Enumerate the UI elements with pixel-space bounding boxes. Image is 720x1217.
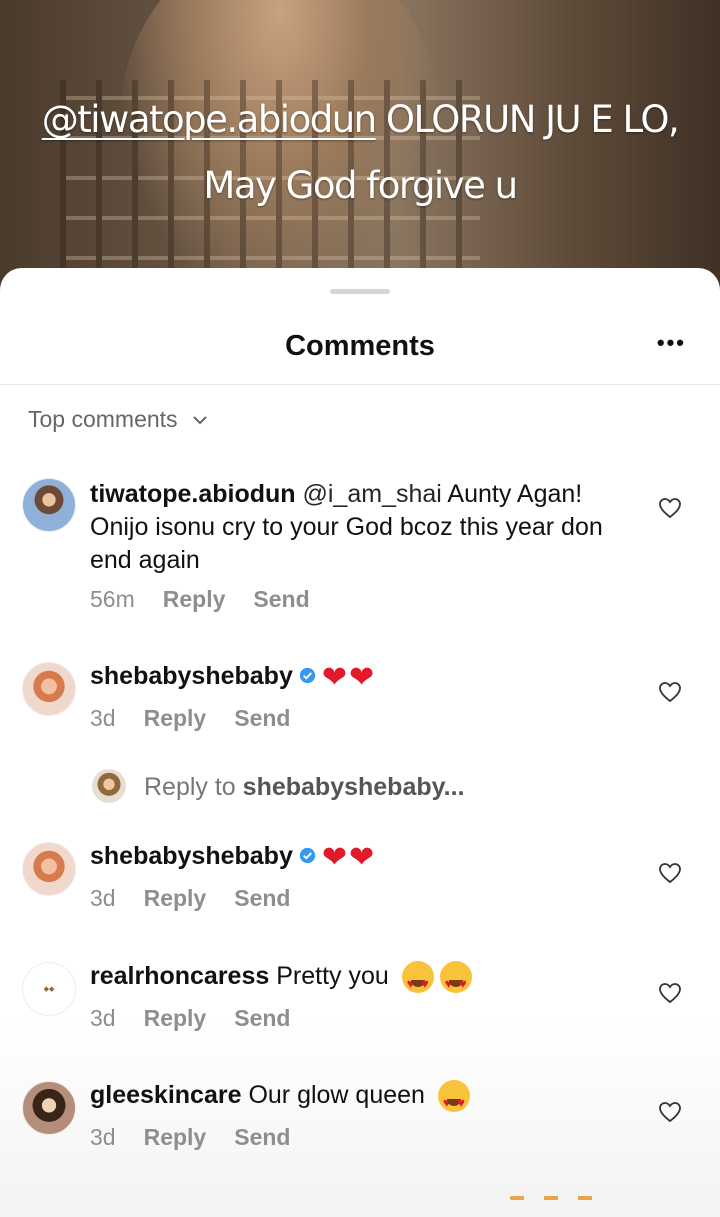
ellipsis-icon: ••• [656,330,686,355]
comment-username[interactable]: tiwatope.abiodun [90,480,296,508]
brand-logo: ◆◆ [43,985,55,993]
current-user-avatar [92,769,126,803]
reply-prompt-prefix: Reply to [144,773,243,801]
comment-time: 3d [90,1005,116,1031]
comment-time: 3d [90,885,116,911]
comment-username[interactable]: gleeskincare [90,1081,242,1109]
send-button[interactable]: Send [234,1124,290,1151]
sheet-title: Comments [285,330,435,362]
comments-sheet: Comments ••• Top comments tiwatope.abiod… [0,268,720,1217]
next-comment-peek [510,1196,610,1200]
comment-text: Our glow queen [248,1081,425,1109]
comment-meta: 3d Reply Send [90,705,290,732]
reply-button[interactable]: Reply [144,885,207,912]
heart-eyes-emoji-icon [401,961,434,1000]
comment-text: Pretty you [276,962,389,990]
heart-eyes-emoji-icon [437,1080,470,1119]
reply-button[interactable]: Reply [163,586,226,613]
story-caption-line2: May God forgive u [203,164,518,207]
story-caption-line1: @tiwatope.abiodun OLORUN JU E LO, [0,98,720,141]
comment-meta: 3d Reply Send [90,1124,290,1151]
story-caption-text: OLORUN JU E LO, [375,98,680,141]
comment-username[interactable]: realrhoncaress [90,962,269,990]
verified-badge-icon [299,668,316,684]
comment-body: gleeskincare Our glow queen [90,1079,624,1119]
comment-filter-label: Top comments [28,406,178,432]
reply-button[interactable]: Reply [144,705,207,732]
reply-prompt-target: shebabyshebaby... [242,773,465,801]
send-button[interactable]: Send [234,885,290,912]
comment-meta: 3d Reply Send [90,1005,290,1032]
send-button[interactable]: Send [234,705,290,732]
more-options-button[interactable]: ••• [657,332,686,354]
reply-button[interactable]: Reply [144,1005,207,1032]
comment-meta: 3d Reply Send [90,885,290,912]
comment-body: realrhoncaress Pretty you [90,960,624,1000]
story-caption-mention[interactable]: @tiwatope.abiodun [42,98,377,141]
header-divider [0,384,720,385]
heart-icon[interactable] [658,497,682,519]
heart-icon[interactable] [658,862,682,884]
heart-icon[interactable] [658,982,682,1004]
sheet-fade [0,1017,720,1217]
reply-input[interactable]: Reply to shebabyshebaby... [144,773,465,802]
reply-button[interactable]: Reply [144,1124,207,1151]
comment-meta: 56m Reply Send [90,586,310,613]
chevron-down-icon [192,415,207,424]
send-button[interactable]: Send [253,586,309,613]
avatar[interactable] [22,662,76,716]
avatar[interactable] [22,478,76,532]
comment-body: tiwatope.abiodun @i_am_shai Aunty Agan! … [90,478,624,577]
comment-mention[interactable]: @i_am_shai [303,480,442,508]
comment-body: shebabyshebaby ❤❤ [90,660,624,694]
drag-handle[interactable] [330,289,390,294]
comment-body: shebabyshebaby ❤❤ [90,840,624,874]
heart-icon[interactable] [658,681,682,703]
avatar[interactable] [22,1081,76,1135]
comment-time: 3d [90,1124,116,1150]
comment-text: ❤❤ [321,660,377,694]
send-button[interactable]: Send [234,1005,290,1032]
avatar[interactable] [22,842,76,896]
comment-username[interactable]: shebabyshebaby [90,662,293,690]
heart-eyes-emoji-icon [439,961,472,1000]
verified-badge-icon [299,848,316,864]
comment-text: ❤❤ [321,840,377,874]
heart-icon[interactable] [658,1101,682,1123]
story-background [0,0,720,300]
avatar[interactable]: ◆◆ [22,962,76,1016]
comment-username[interactable]: shebabyshebaby [90,842,293,870]
comment-time: 3d [90,705,116,731]
comment-time: 56m [90,586,135,612]
comment-filter-dropdown[interactable]: Top comments [28,406,208,433]
